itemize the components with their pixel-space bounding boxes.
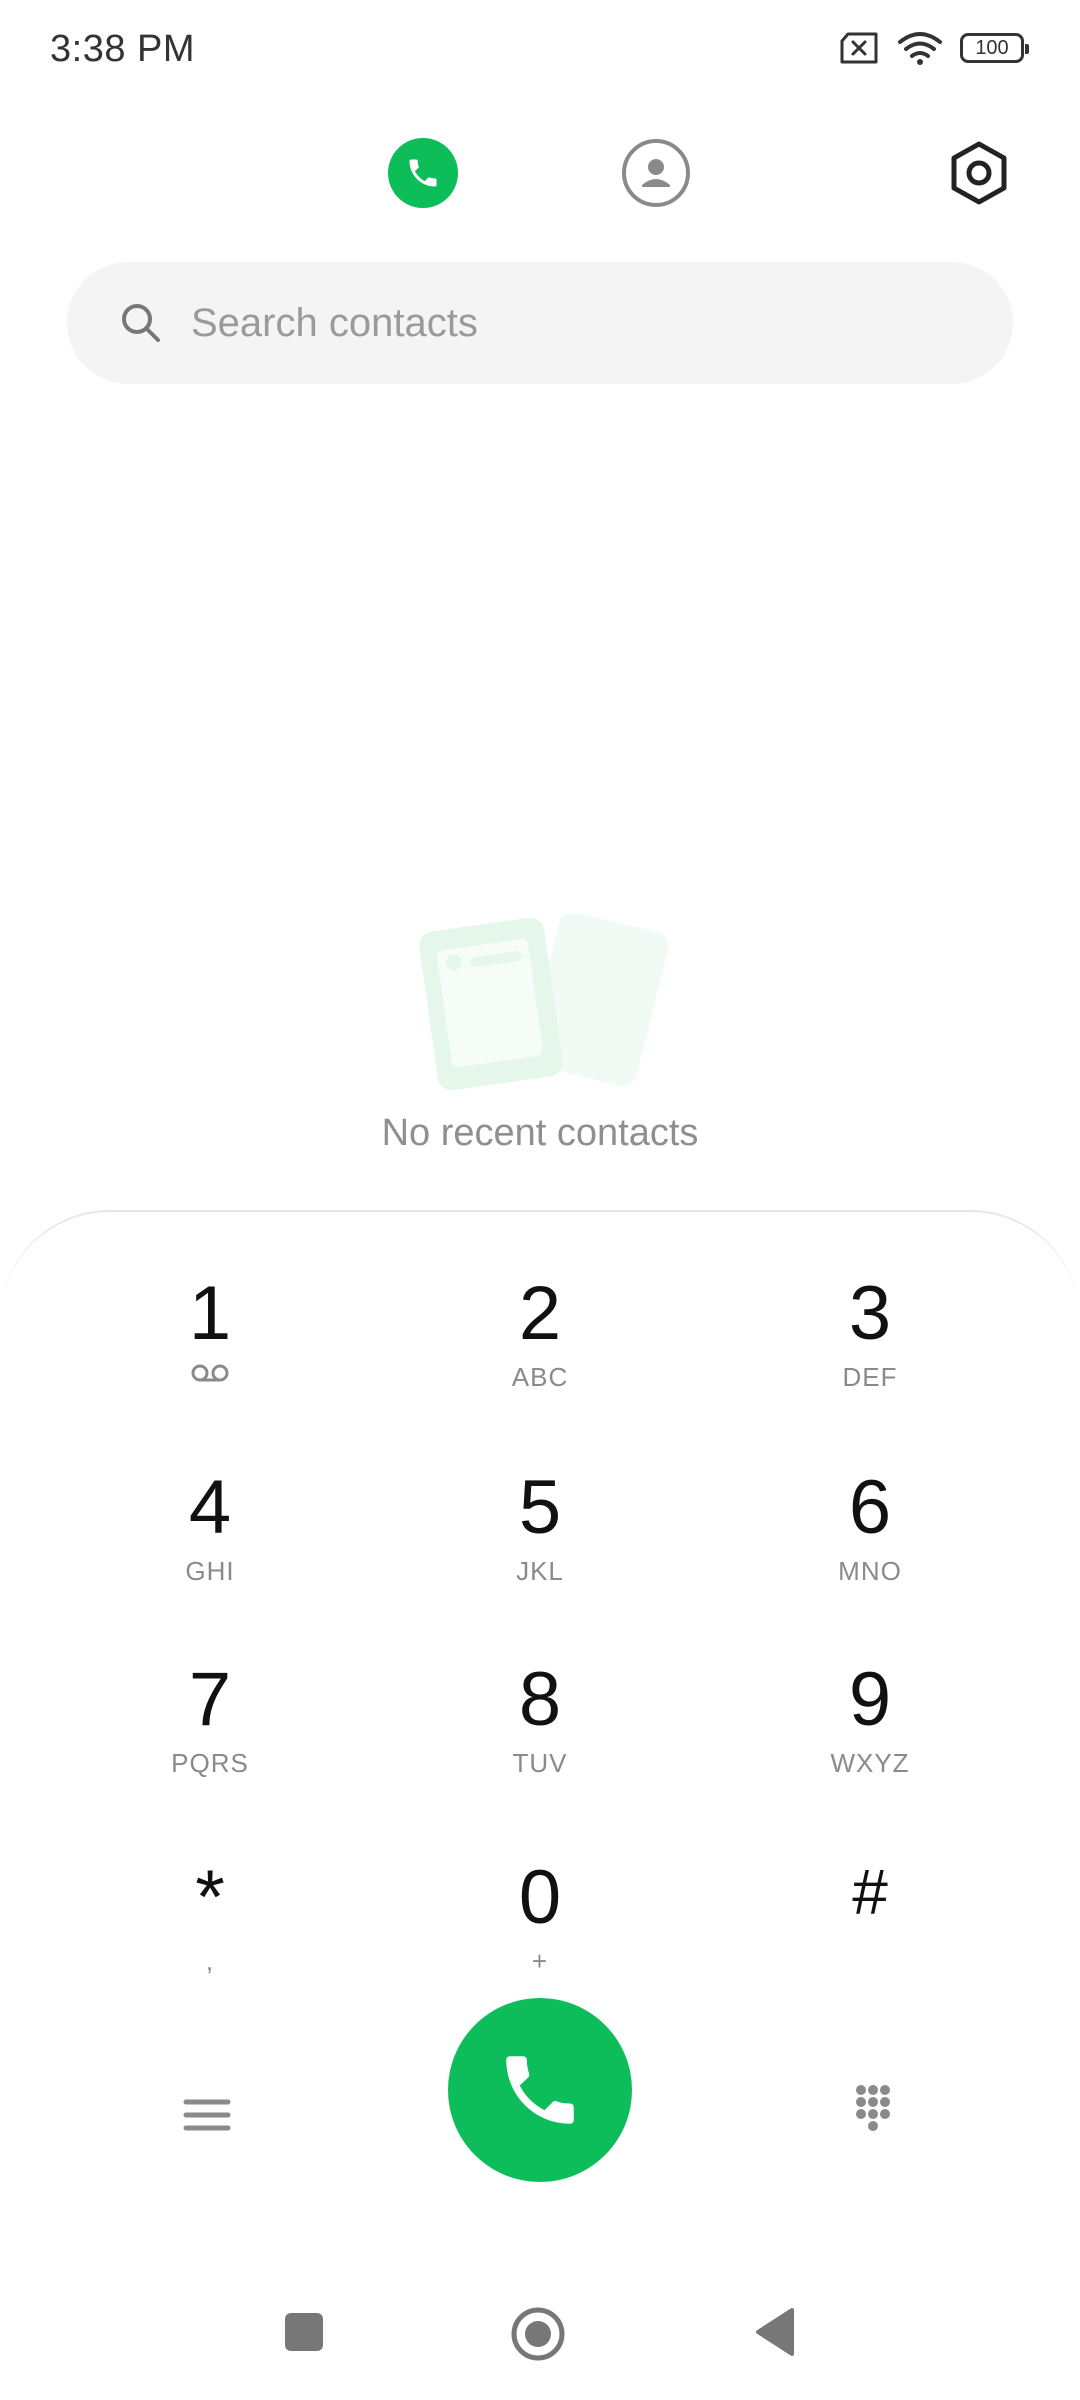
- nav-back-button[interactable]: [752, 2306, 796, 2358]
- tab-dialer[interactable]: [388, 138, 458, 208]
- empty-recents-illustration: [419, 914, 669, 1091]
- key-digit: 2: [518, 1271, 562, 1356]
- key-letters: ,: [205, 1946, 215, 1976]
- key-9[interactable]: 9 WXYZ: [720, 1648, 1020, 1828]
- home-circle-icon: [511, 2307, 565, 2361]
- key-4[interactable]: 4 GHI: [60, 1456, 360, 1636]
- key-digit: 8: [518, 1657, 562, 1742]
- key-letters: GHI: [185, 1556, 235, 1586]
- menu-icon: [183, 2099, 231, 2131]
- nav-home-button[interactable]: [510, 2306, 566, 2362]
- key-3[interactable]: 3 DEF: [720, 1262, 1020, 1442]
- contacts-icon: [622, 139, 690, 207]
- battery-indicator: 100: [960, 33, 1029, 63]
- battery-level: 100: [975, 36, 1009, 59]
- dialpad-icon: [856, 2085, 890, 2131]
- key-7[interactable]: 7 PQRS: [60, 1648, 360, 1828]
- key-6[interactable]: 6 MNO: [720, 1456, 1020, 1636]
- status-icons: 100: [838, 30, 1029, 66]
- key-star[interactable]: * ,: [60, 1846, 360, 2026]
- status-time: 3:38 PM: [50, 28, 196, 70]
- empty-state-message: No recent contacts: [381, 1112, 699, 1154]
- key-letters: JKL: [516, 1556, 564, 1586]
- back-triangle-icon: [756, 2308, 794, 2356]
- key-2[interactable]: 2 ABC: [390, 1262, 690, 1442]
- settings-button[interactable]: [944, 138, 1014, 208]
- key-digit: *: [195, 1855, 225, 1940]
- key-5[interactable]: 5 JKL: [390, 1456, 690, 1636]
- voicemail-icon: [191, 1364, 229, 1382]
- nav-recents-button[interactable]: [282, 2310, 326, 2354]
- key-digit: 4: [188, 1465, 232, 1550]
- key-hash[interactable]: #: [720, 1846, 1020, 2026]
- key-8[interactable]: 8 TUV: [390, 1648, 690, 1828]
- key-letters: ABC: [511, 1362, 569, 1392]
- key-digit: #: [852, 1856, 888, 1928]
- search-icon: [122, 304, 160, 342]
- dialpad-toggle-button[interactable]: [838, 2078, 908, 2148]
- key-1[interactable]: 1: [60, 1262, 360, 1442]
- phone-icon: [409, 159, 437, 187]
- key-letters: +: [531, 1946, 549, 1976]
- phone-icon: [506, 2056, 574, 2124]
- key-digit: 6: [848, 1465, 892, 1550]
- key-digit: 7: [188, 1657, 232, 1742]
- search-bar[interactable]: [67, 262, 1013, 384]
- no-sim-icon: [840, 32, 878, 64]
- menu-button[interactable]: [172, 2080, 242, 2150]
- gear-icon: [951, 141, 1007, 205]
- square-icon: [285, 2313, 323, 2351]
- key-letters: WXYZ: [830, 1748, 910, 1778]
- call-button[interactable]: [448, 1998, 632, 2182]
- key-digit: 5: [518, 1465, 562, 1550]
- key-digit: 1: [188, 1271, 232, 1356]
- key-digit: 0: [518, 1855, 562, 1940]
- tab-contacts[interactable]: [621, 138, 691, 208]
- key-letters: TUV: [512, 1748, 568, 1778]
- search-input[interactable]: [189, 299, 953, 347]
- key-letters: PQRS: [171, 1748, 249, 1778]
- wifi-icon: [898, 32, 942, 65]
- key-digit: 3: [848, 1271, 892, 1356]
- key-letters: MNO: [838, 1556, 902, 1586]
- key-digit: 9: [848, 1657, 892, 1742]
- key-letters: DEF: [842, 1362, 898, 1392]
